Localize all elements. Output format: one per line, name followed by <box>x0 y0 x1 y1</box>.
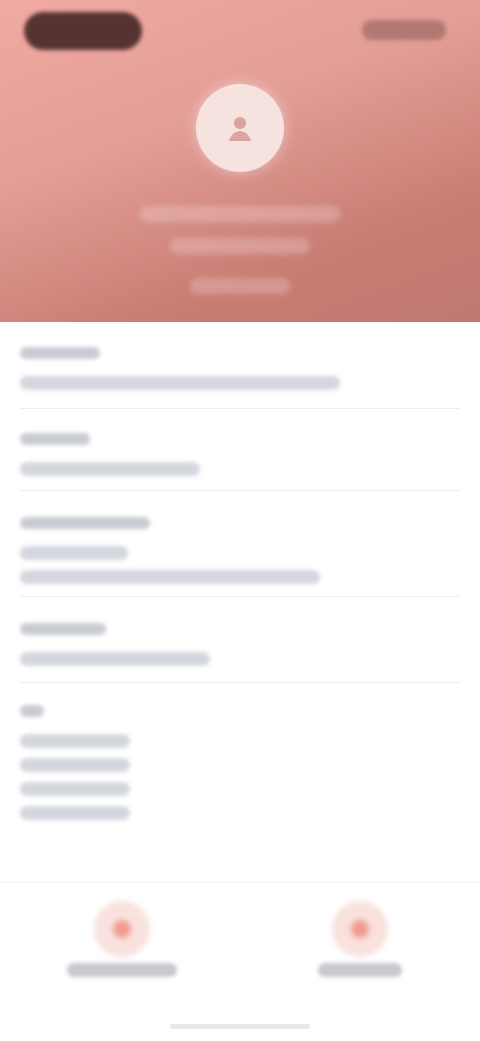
field-value <box>20 782 130 796</box>
detail-field-1 <box>20 346 460 390</box>
left-nav-icon <box>94 901 150 957</box>
field-value <box>20 462 200 476</box>
field-value <box>20 758 130 772</box>
detail-field-4 <box>20 622 460 666</box>
divider <box>20 490 460 491</box>
field-label <box>20 623 106 635</box>
profile-details <box>0 322 480 882</box>
profile-subtitle <box>170 238 310 254</box>
field-label <box>20 705 44 717</box>
home-indicator <box>170 1024 310 1029</box>
nav-item-right[interactable] <box>280 883 440 1041</box>
field-label <box>20 433 90 445</box>
detail-field-5 <box>20 704 460 820</box>
nav-label-left <box>67 963 177 977</box>
field-value <box>20 376 340 390</box>
field-value <box>20 734 130 748</box>
avatar[interactable] <box>196 84 284 172</box>
profile-name <box>140 206 340 222</box>
nav-label-right <box>318 963 402 977</box>
divider <box>20 596 460 597</box>
profile-detail <box>190 278 290 294</box>
detail-field-2 <box>20 432 460 476</box>
right-nav-icon-dot <box>351 920 369 938</box>
field-value-secondary <box>20 570 320 584</box>
nav-item-left[interactable] <box>42 883 202 1041</box>
field-value <box>20 806 130 820</box>
profile-header <box>0 0 480 322</box>
right-nav-icon <box>332 901 388 957</box>
left-nav-icon-dot <box>113 920 131 938</box>
field-value <box>20 652 210 666</box>
field-label <box>20 347 100 359</box>
status-bar-right <box>362 20 446 40</box>
status-bar-left <box>24 12 142 50</box>
detail-field-3 <box>20 516 460 584</box>
bottom-nav <box>0 882 480 1041</box>
field-value <box>20 546 128 560</box>
divider <box>20 408 460 409</box>
person-icon <box>223 111 257 145</box>
divider <box>20 682 460 683</box>
field-label <box>20 517 150 529</box>
